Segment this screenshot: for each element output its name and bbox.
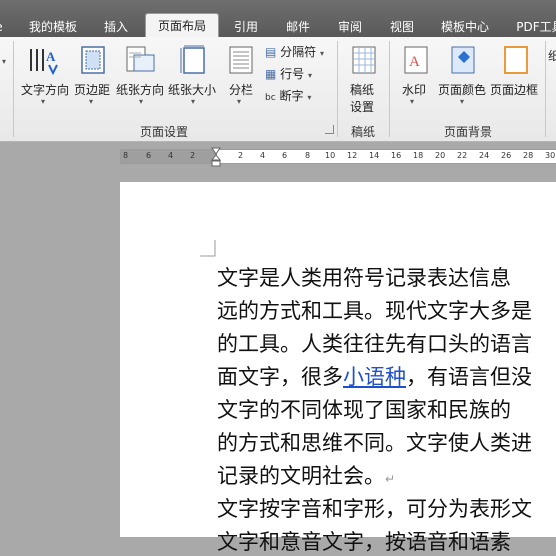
svg-text:A: A <box>409 54 420 70</box>
ruler-tick: 20 <box>435 151 446 160</box>
document-page[interactable]: 文字是人类用符号记录表达信息 远的方式和工具。现代文字大多是 的工具。人类往往先… <box>120 182 556 554</box>
page-setup-dialog-launcher[interactable] <box>325 125 334 134</box>
document-line: 文字的不同体现了国家和民族的 <box>217 398 511 422</box>
watermark-label: 水印 <box>402 83 427 97</box>
tab-page-layout[interactable]: 页面布局 <box>145 13 219 39</box>
page-color-caret: ▾ <box>460 97 465 106</box>
page-border-icon <box>504 46 528 74</box>
tab-insert[interactable]: 插入 <box>94 17 138 37</box>
draft-paper-label-2: 设置 <box>350 100 375 114</box>
document-line-text: 记录的文明社会。 <box>217 464 385 488</box>
ribbon-separator <box>13 41 14 137</box>
columns-label: 分栏 <box>229 83 254 97</box>
document-line-text: 面文字，很多 <box>217 365 343 389</box>
ruler-tick: 4 <box>260 151 266 160</box>
ribbon-page-layout: ▾ A 文字方向 ▾ 页边距 ▾ 纸张方向 ▾ 纸张大小 ▾ 分栏 ▾ ▤ 分隔… <box>0 37 556 142</box>
document-line: 面文字，很多小语种，有语言但没 <box>217 361 532 391</box>
breaks-label: 分隔符 <box>280 45 317 59</box>
ruler-tick: 14 <box>369 151 380 160</box>
ruler-tick: 18 <box>413 151 424 160</box>
ribbon-tab-bar: e 我的模板 插入 页面布局 引用 邮件 审阅 视图 模板中心 PDF工具 <box>0 0 556 39</box>
tab-mailings[interactable]: 邮件 <box>278 17 318 37</box>
ruler-tick: 6 <box>146 151 152 160</box>
group-label-page-background: 页面背景 <box>444 125 493 139</box>
size-label: 纸张大小 <box>168 83 217 97</box>
ribbon-separator <box>337 41 338 137</box>
document-line: 远的方式和工具。现代文字大多是 <box>217 299 532 323</box>
document-line: 的方式和思维不同。文字使人类进 <box>217 431 532 455</box>
margins-icon <box>81 46 105 74</box>
ruler-tick: 22 <box>457 151 468 160</box>
margins-caret: ▾ <box>89 97 94 106</box>
hyphenation-caret: ▾ <box>307 93 312 102</box>
hyphenation-icon: bc <box>265 93 276 103</box>
ruler-indent-marker[interactable] <box>211 146 223 168</box>
ribbon-separator <box>545 41 546 137</box>
columns-caret: ▾ <box>237 97 242 106</box>
svg-text:A: A <box>46 49 56 64</box>
ruler-tick: 10 <box>325 151 336 160</box>
orientation-label: 纸张方向 <box>116 83 165 97</box>
line-numbers-label: 行号 <box>280 67 305 81</box>
ribbon-separator <box>389 41 390 137</box>
ruler-tick: 12 <box>347 151 358 160</box>
text-direction-label: 文字方向 <box>21 83 70 97</box>
text-direction-caret: ▾ <box>41 97 46 106</box>
columns-icon <box>229 46 253 74</box>
ruler-tick: 16 <box>391 151 402 160</box>
watermark-icon: A <box>404 46 428 74</box>
ruler-tick: 24 <box>479 151 490 160</box>
tab-view[interactable]: 视图 <box>382 17 422 37</box>
tab-review[interactable]: 审阅 <box>330 17 370 37</box>
tab-references[interactable]: 引用 <box>224 17 268 37</box>
document-line: 文字和意音文字，按语音和语素 <box>217 530 511 554</box>
line-numbers-button[interactable]: ▦ 行号 ▾ <box>265 65 312 83</box>
page-border-label: 页面边框 <box>490 83 539 97</box>
orientation-icon <box>126 46 155 72</box>
hyphenation-button[interactable]: bc 断字 ▾ <box>265 87 311 105</box>
line-numbers-icon: ▦ <box>265 67 277 81</box>
draft-paper-icon <box>352 46 376 74</box>
ruler-tick: 30 <box>545 151 556 160</box>
ruler-tick: 8 <box>123 151 129 160</box>
margin-corner-mark <box>200 240 216 257</box>
document-line: 记录的文明社会。↵ <box>217 460 395 490</box>
document-line-text: ，有语言但没 <box>406 365 532 389</box>
breaks-button[interactable]: ▤ 分隔符 ▾ <box>265 43 324 61</box>
group-label-draft: 稿纸 <box>351 125 376 139</box>
ruler-tick: 8 <box>305 151 311 160</box>
group-label-page-setup: 页面设置 <box>140 125 189 139</box>
orientation-caret: ▾ <box>139 97 144 106</box>
tab-my-templates[interactable]: 我的模板 <box>22 17 84 37</box>
ruler-tick: 6 <box>282 151 288 160</box>
breaks-caret: ▾ <box>320 49 325 58</box>
document-line: 的工具。人类往往先有口头的语言 <box>217 332 532 356</box>
breaks-icon: ▤ <box>265 45 277 59</box>
size-caret: ▾ <box>191 97 196 106</box>
tab-partial-left[interactable]: e <box>0 17 6 37</box>
ruler-tick: 28 <box>523 151 534 160</box>
ribbon-left-caret: ▾ <box>2 57 7 66</box>
ribbon-right-partial: 纸 <box>548 49 556 63</box>
document-line: 文字是人类用符号记录表达信息 <box>217 266 511 290</box>
draft-paper-label-1: 稿纸 <box>350 83 375 97</box>
horizontal-ruler[interactable]: 8 6 4 2 2 4 6 8 10 12 14 16 18 20 22 24 … <box>120 149 556 164</box>
tab-pdf-tools[interactable]: PDF工具 <box>510 17 556 37</box>
minority-language-link[interactable]: 小语种 <box>343 365 406 389</box>
ruler-tick: 26 <box>501 151 512 160</box>
watermark-caret: ▾ <box>410 97 415 106</box>
hyphenation-label: 断字 <box>279 89 304 103</box>
paper-size-icon <box>180 45 205 74</box>
page-color-label: 页面颜色 <box>438 83 487 97</box>
ruler-tick: 2 <box>238 151 244 160</box>
tab-template-center[interactable]: 模板中心 <box>434 17 496 37</box>
page-color-icon <box>451 46 475 74</box>
line-numbers-caret: ▾ <box>308 71 313 80</box>
document-line: 文字按字音和字形，可分为表形文 <box>217 497 532 521</box>
text-direction-icon: A <box>30 49 58 75</box>
paragraph-mark-icon: ↵ <box>385 472 396 486</box>
ruler-tick: 4 <box>168 151 174 160</box>
ruler-tick: 2 <box>190 151 196 160</box>
margins-label: 页边距 <box>74 83 111 97</box>
